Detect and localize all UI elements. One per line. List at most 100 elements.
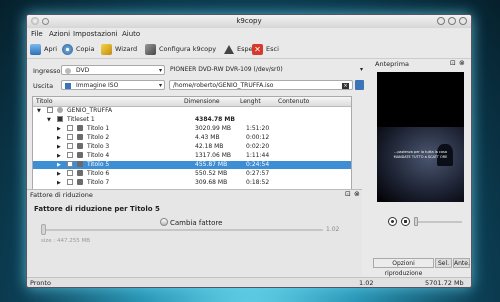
collapse-icon[interactable]: ▼ [47,116,51,124]
copy-label: Copia [76,45,95,53]
output-path-input[interactable]: /home/roberto/GENIO_TRUFFA.iso × [169,80,353,90]
titles-tree[interactable]: Titolo Dimensione Lenght Contenuto ▼ GEN… [32,96,352,190]
title-checkbox[interactable] [67,179,73,185]
title-name: Titolo 6 [87,170,110,177]
status-total-size: 5701.72 Mb [425,279,464,287]
title-length: 0:27:57 [246,170,270,177]
seek-slider-handle[interactable] [414,217,418,226]
exit-button[interactable]: ✕ Esci [252,42,279,56]
toolbar: Apri Copia Wizard Configura k9copy Espel… [27,40,471,59]
title-name: Titolo 2 [87,134,110,141]
tab-selection[interactable]: Sel. [435,258,452,268]
title-size: 3020.99 MB [195,125,232,132]
wizard-wand-icon [101,43,112,55]
tab-playback-options[interactable]: Opzioni riproduzione [373,258,434,277]
title-name: Titolo 4 [87,152,110,159]
open-label: Apri [44,45,58,53]
title-checkbox[interactable] [67,161,73,167]
play-icon [391,220,394,223]
clear-input-icon[interactable]: × [342,83,349,89]
panel-float-icon[interactable]: ⊡ [345,190,351,198]
configure-button[interactable]: Configura k9copy [145,42,216,56]
copy-button[interactable]: Copia [62,42,94,56]
title-length: 0:24:54 [246,161,270,168]
play-button[interactable] [388,217,397,226]
output-type-select[interactable]: Immagine ISO ▾ [61,80,165,90]
title-name: Titolo 7 [87,179,110,186]
device-select[interactable]: PIONEER DVD-RW DVR-109 (/dev/sr0) ▾ [167,65,365,75]
title-row[interactable]: ▶ Titolo 6 550.52 MB 0:27:57 [33,170,351,178]
change-factor-checkbox[interactable] [160,218,168,226]
titleset-row[interactable]: ▼ Titleset 1 4384.78 MB [33,116,351,124]
save-file-icon[interactable] [355,80,364,90]
wizard-button[interactable]: Wizard [101,42,137,56]
expand-icon[interactable]: ▶ [57,161,61,169]
change-factor-label: Cambia fattore [170,219,223,227]
tab-preview[interactable]: Ante. [453,258,470,268]
reduction-factor-panel: Fattore di riduzione ⊡ ⊗ Fattore di ridu… [27,189,362,278]
video-title-icon [77,152,83,158]
factor-slider-handle[interactable] [41,224,46,235]
configure-label: Configura k9copy [159,45,217,53]
title-checkbox[interactable] [67,143,73,149]
video-title-icon [77,143,83,149]
video-title-icon [77,170,83,176]
title-row[interactable]: ▶ Titolo 7 309.68 MB 0:18:52 [33,179,351,187]
title-checkbox[interactable] [67,125,73,131]
root-checkbox[interactable] [47,107,53,113]
title-row[interactable]: ▶ Titolo 1 3020.99 MB 1:51:20 [33,125,351,133]
col-size[interactable]: Dimensione [184,98,220,105]
title-row[interactable]: ▶ Titolo 5 455.87 MB 0:24:54 [33,161,351,169]
expand-icon[interactable]: ▶ [57,152,61,160]
expand-icon[interactable]: ▶ [57,170,61,178]
title-size: 42.18 MB [195,143,224,150]
title-checkbox[interactable] [67,170,73,176]
source-type-select[interactable]: DVD ▾ [61,65,165,75]
title-row[interactable]: ▶ Titolo 2 4.43 MB 0:00:12 [33,134,351,142]
menu-azioni[interactable]: Azioni [49,30,70,38]
chevron-down-icon: ▾ [158,82,162,89]
expand-icon[interactable]: ▶ [57,179,61,187]
status-text: Pronto [30,279,51,287]
title-length: 0:02:20 [246,143,270,150]
dvd-icon [65,68,71,74]
col-title[interactable]: Titolo [36,98,53,105]
title-checkbox[interactable] [67,134,73,140]
col-length[interactable]: Lenght [240,98,261,105]
output-type-value: Immagine ISO [76,82,119,89]
chevron-down-icon: ▾ [158,67,162,74]
tree-root-row[interactable]: ▼ GENIO_TRUFFA [33,107,351,115]
panel-close-icon[interactable]: ⊗ [354,190,360,198]
copy-disc-icon [62,43,73,55]
seek-slider-track[interactable] [414,221,462,223]
exit-icon: ✕ [252,43,263,55]
title-size: 309.68 MB [195,179,228,186]
title-checkbox[interactable] [67,152,73,158]
stop-button[interactable] [401,217,410,226]
status-bar: Pronto 1.02 5701.72 Mb [27,277,471,287]
preview-close-icon[interactable]: ⊗ [459,59,465,67]
title-name: Titolo 1 [87,125,110,132]
menu-aiuto[interactable]: Aiuto [122,30,140,38]
expand-icon[interactable]: ▶ [57,143,61,151]
collapse-icon[interactable]: ▼ [37,107,41,115]
title-row[interactable]: ▶ Titolo 3 42.18 MB 0:02:20 [33,143,351,151]
factor-slider-track[interactable] [41,229,323,231]
stop-icon [404,220,407,223]
title-length: 1:51:20 [246,125,270,132]
preview-float-icon[interactable]: ⊡ [450,59,456,67]
minimize-icon[interactable] [437,17,445,25]
menu-impostazioni[interactable]: Impostazioni [73,30,118,38]
factor-slider-max: 1.02 [326,226,340,233]
col-content[interactable]: Contenuto [278,98,309,105]
maximize-icon[interactable] [448,17,456,25]
expand-icon[interactable]: ▶ [57,134,61,142]
expand-icon[interactable]: ▶ [57,125,61,133]
open-button[interactable]: Apri [30,42,57,56]
titleset-checkbox[interactable] [57,116,63,122]
exit-label: Esci [266,45,279,53]
close-icon[interactable] [459,17,467,25]
wizard-label: Wizard [115,45,138,53]
menu-file[interactable]: File [31,30,43,38]
title-row[interactable]: ▶ Titolo 4 1317.06 MB 1:11:44 [33,152,351,160]
